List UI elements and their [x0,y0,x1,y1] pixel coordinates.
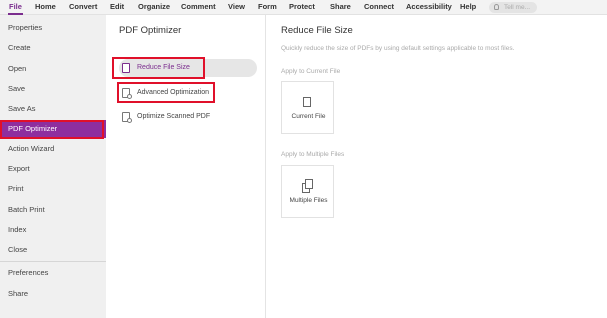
sidebar-item-properties[interactable]: Properties [0,19,106,37]
menu-accessibility[interactable]: Accessibility [406,2,452,12]
sidebar-item-print[interactable]: Print [0,180,106,198]
sidebar-item-share[interactable]: Share [0,285,106,303]
apply-multiple-section-label: Apply to Multiple Files [281,151,345,158]
multiple-files-label: Multiple Files [289,197,328,204]
menu-convert[interactable]: Convert [69,2,97,12]
pdf-optimizer-highlight-box [0,120,104,139]
menu-home[interactable]: Home [35,2,56,12]
document-icon [303,97,311,107]
reduce-file-size-description: Quickly reduce the size of PDFs by using… [281,45,515,52]
menu-edit[interactable]: Edit [110,2,124,12]
current-file-button[interactable]: Current File [281,81,334,134]
sidebar-item-index[interactable]: Index [0,221,106,239]
current-file-label: Current File [291,113,326,120]
advanced-optimization-highlight-box [117,82,215,103]
sidebar-item-close[interactable]: Close [0,241,106,259]
menu-help[interactable]: Help [460,2,476,12]
menu-organize[interactable]: Organize [138,2,170,12]
optimizer-title: PDF Optimizer [119,25,182,36]
menu-comment[interactable]: Comment [181,2,216,12]
reduce-file-size-highlight-box [112,57,205,79]
sidebar-item-preferences[interactable]: Preferences [0,264,106,282]
sidebar-item-open[interactable]: Open [0,60,106,78]
tell-me-placeholder: Tell me... [504,4,531,11]
sidebar-item-create[interactable]: Create [0,39,106,57]
gear-icon [127,118,132,123]
sidebar-item-save[interactable]: Save [0,80,106,98]
sidebar-item-action-wizard[interactable]: Action Wizard [0,140,106,158]
menu-view[interactable]: View [228,2,245,12]
panel-divider [265,15,266,318]
multiple-files-button[interactable]: Multiple Files [281,165,334,218]
menu-file[interactable]: File [8,2,23,15]
lightbulb-icon [494,4,499,10]
sidebar-item-batch-print[interactable]: Batch Print [0,201,106,219]
sidebar-divider [0,261,106,262]
tell-me-search[interactable]: Tell me... [489,2,537,13]
option-optimize-scanned-pdf[interactable]: Optimize Scanned PDF [119,108,249,126]
documents-icon-back [305,179,313,189]
menu-connect[interactable]: Connect [364,2,394,12]
menu-form[interactable]: Form [258,2,277,12]
sidebar-item-save-as[interactable]: Save As [0,100,106,118]
apply-current-section-label: Apply to Current File [281,68,341,75]
file-sidebar: Properties Create Open Save Save As PDF … [0,15,106,318]
reduce-file-size-title: Reduce File Size [281,25,353,36]
menu-protect[interactable]: Protect [289,2,315,12]
option-label: Optimize Scanned PDF [137,113,211,120]
menu-share[interactable]: Share [330,2,351,12]
menu-bar: File Home Convert Edit Organize Comment … [0,0,607,15]
sidebar-item-export[interactable]: Export [0,160,106,178]
